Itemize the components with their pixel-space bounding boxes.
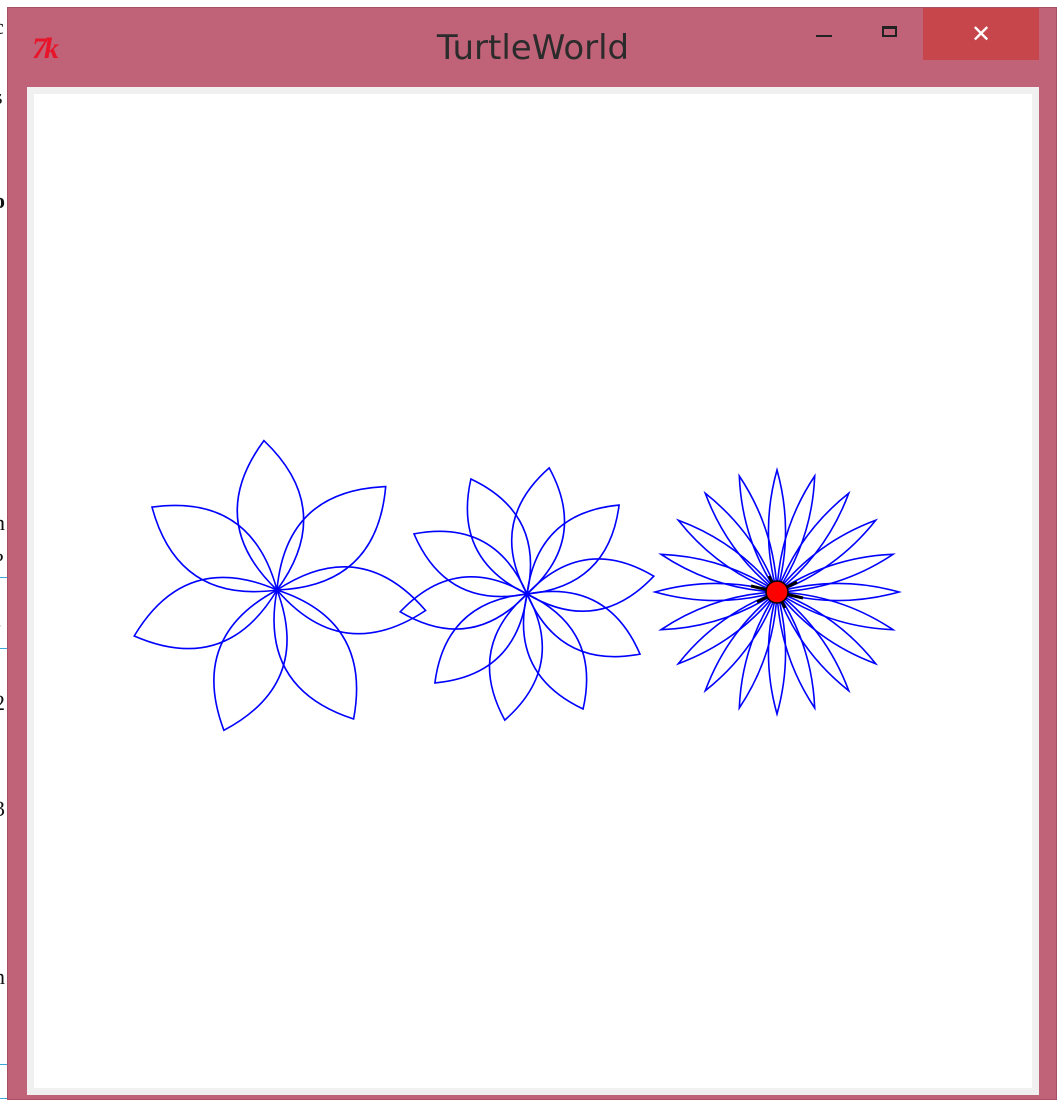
petal <box>774 582 902 602</box>
maximize-button[interactable] <box>858 8 920 60</box>
bg-text-fragment: n <box>0 510 5 536</box>
flower-drawing <box>133 439 902 732</box>
flower-10-petals <box>398 466 656 722</box>
minimize-icon <box>816 35 832 37</box>
window-client-area <box>27 87 1039 1095</box>
petal <box>652 582 780 602</box>
flower-7-petals <box>133 439 427 732</box>
petal <box>276 485 387 591</box>
petal <box>236 439 305 592</box>
petal <box>774 518 879 594</box>
petal <box>703 589 779 694</box>
bg-text-fragment: ! <box>0 620 1 646</box>
petal <box>675 590 780 666</box>
petal <box>525 558 656 612</box>
bg-text-fragment: n <box>0 964 5 990</box>
bg-text-fragment: s <box>0 84 3 110</box>
petal <box>703 490 779 595</box>
turtle-shell-icon <box>765 580 789 604</box>
close-button[interactable]: ✕ <box>923 8 1039 60</box>
bg-text-fragment: c <box>0 14 4 40</box>
petal <box>133 576 279 650</box>
maximize-icon <box>881 25 897 37</box>
petal <box>774 590 879 666</box>
bg-text-fragment: o <box>0 188 5 214</box>
bg-text-fragment: ? <box>0 548 4 574</box>
bg-text-fragment: 2 <box>0 690 5 716</box>
petal <box>275 565 427 635</box>
petal <box>767 467 787 595</box>
petal <box>775 490 851 595</box>
close-icon: ✕ <box>970 20 992 48</box>
petal <box>767 589 787 717</box>
turtleworld-window: 7k TurtleWorld ✕ <box>7 7 1057 1100</box>
turtle-canvas[interactable] <box>34 94 1032 1088</box>
petal <box>675 518 780 594</box>
petal <box>775 589 851 694</box>
petal <box>213 588 288 732</box>
title-bar[interactable]: 7k TurtleWorld ✕ <box>8 8 1056 88</box>
bg-text-fragment: 3 <box>0 796 5 822</box>
petal <box>150 504 279 593</box>
minimize-button[interactable] <box>793 8 855 60</box>
